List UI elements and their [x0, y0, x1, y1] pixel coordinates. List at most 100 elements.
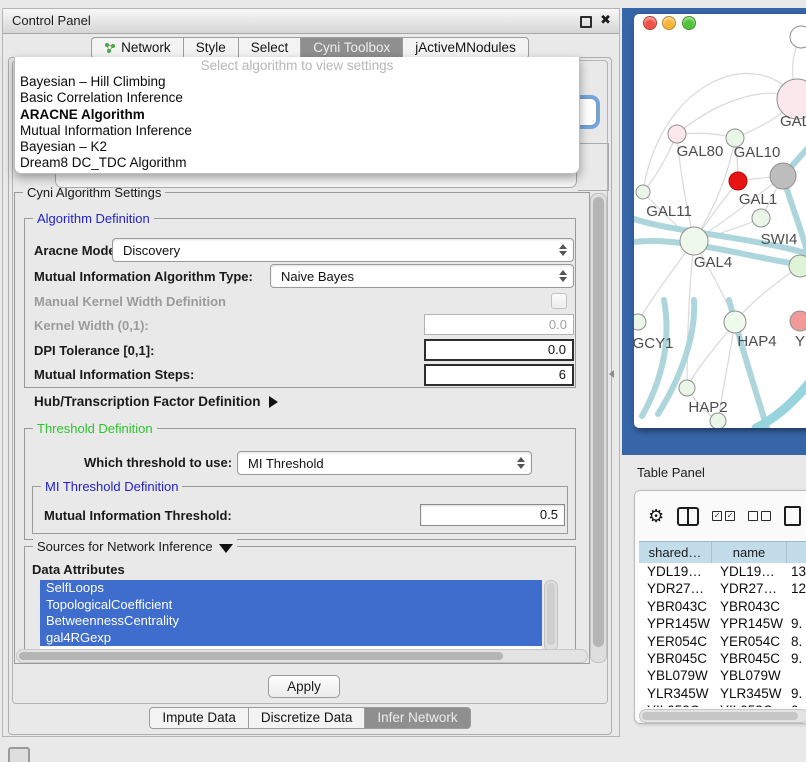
node-gal4-label: GAL4: [694, 254, 732, 271]
tab-label: Infer Network: [377, 710, 457, 725]
node-gal4[interactable]: [680, 227, 708, 255]
table-row[interactable]: YDR27…YDR27…12: [639, 580, 806, 597]
control-panel-title: Control Panel: [12, 13, 91, 28]
dropdown-option[interactable]: Dream8 DC_TDC Algorithm: [15, 155, 579, 171]
table-row[interactable]: YBR045CYBR045C9.: [639, 650, 806, 667]
attribute-list-item[interactable]: TopologicalCoefficient: [40, 597, 542, 614]
dropdown-option[interactable]: Bayesian – Hill Climbing: [15, 74, 579, 90]
table-row[interactable]: YPR145WYPR145W9.: [639, 615, 806, 632]
dropdown-option[interactable]: Mutual Information Inference: [15, 123, 579, 139]
node-unlabeled-bottom[interactable]: [710, 413, 726, 428]
table-cell: YBL079W: [712, 667, 787, 684]
tab-style[interactable]: Style: [183, 37, 238, 59]
hub-section-toggle[interactable]: Hub/Transcription Factor Definition: [34, 394, 278, 409]
node-hap4[interactable]: [724, 311, 746, 333]
tab-label: Style: [196, 40, 226, 55]
table-cell: 9.: [787, 615, 806, 632]
network-canvas[interactable]: GALGAL80GAL10GAL1GAL11GAL4SWI4GCY1HAP4YH…: [634, 14, 806, 428]
mi-threshold-field[interactable]: 0.5: [420, 504, 565, 526]
table-horizontal-scrollbar[interactable]: [639, 709, 806, 723]
tab-label: Impute Data: [162, 710, 236, 725]
column-header[interactable]: shared…: [639, 542, 712, 564]
table-cell: [787, 598, 806, 615]
scrollbar-thumb[interactable]: [547, 583, 555, 645]
node-gal1[interactable]: [752, 209, 770, 227]
table-row[interactable]: YBR043CYBR043C: [639, 598, 806, 615]
node-hap4-label: HAP4: [737, 333, 776, 350]
tab-jactivemnodules[interactable]: jActiveMNodules: [402, 37, 529, 59]
table-row[interactable]: YLR345WYLR345W9.: [639, 685, 806, 702]
scrollbar-thumb[interactable]: [19, 652, 503, 660]
tab-label: Select: [251, 40, 289, 55]
node-unlabeled-top[interactable]: [790, 26, 806, 48]
columns-icon[interactable]: [677, 507, 699, 526]
settings-horizontal-scrollbar[interactable]: [16, 649, 588, 663]
gear-icon[interactable]: ⚙: [648, 507, 664, 525]
which-threshold-label: Which threshold to use:: [84, 455, 232, 470]
attribute-list-item[interactable]: SelfLoops: [40, 580, 542, 597]
table-row[interactable]: YDL19…YDL19…13: [639, 563, 806, 580]
node-swi4[interactable]: [789, 255, 806, 277]
column-header[interactable]: A: [787, 542, 806, 564]
node-gray[interactable]: [770, 163, 796, 189]
kernel-width-field[interactable]: 0.0: [424, 314, 574, 335]
close-icon[interactable]: ✖: [600, 12, 611, 28]
table-cell: YDL19…: [712, 563, 787, 580]
table-row[interactable]: YER054CYER054C8.: [639, 633, 806, 650]
attributes-vertical-scrollbar[interactable]: [544, 580, 558, 652]
node-salmon[interactable]: [790, 311, 806, 331]
tab-impute-data[interactable]: Impute Data: [149, 707, 248, 729]
tab-infer-network[interactable]: Infer Network: [364, 707, 470, 729]
select-all-columns-icon[interactable]: ✓✓: [712, 511, 735, 521]
table-cell: YIL052C: [639, 702, 712, 707]
table-cell: YBR045C: [712, 650, 787, 667]
attribute-list-item[interactable]: gal4RGexp: [40, 630, 542, 647]
float-icon[interactable]: [580, 16, 592, 28]
node-gal11[interactable]: [636, 185, 650, 199]
node-red[interactable]: [729, 172, 747, 190]
tab-discretize-data[interactable]: Discretize Data: [248, 707, 365, 729]
which-threshold-value: MI Threshold: [238, 456, 514, 471]
dropdown-option[interactable]: ARACNE Algorithm: [15, 107, 579, 123]
aracne-mode-label: Aracne Mode:: [34, 243, 120, 258]
deselect-all-columns-icon[interactable]: [748, 511, 771, 521]
apply-button[interactable]: Apply: [268, 675, 340, 698]
tab-select[interactable]: Select: [238, 37, 301, 59]
new-table-icon[interactable]: [784, 506, 801, 526]
manual-kernel-checkbox[interactable]: [551, 293, 567, 309]
bottom-corner-icon[interactable]: [8, 747, 30, 762]
control-panel-titlebar[interactable]: Control Panel ✖: [3, 9, 619, 34]
which-threshold-combo[interactable]: MI Threshold: [237, 451, 532, 475]
attribute-list-item[interactable]: BetweennessCentrality: [40, 613, 542, 630]
tab-network[interactable]: Network: [91, 37, 183, 59]
tab-cyni-toolbox[interactable]: Cyni Toolbox: [300, 37, 402, 59]
table-row[interactable]: YIL052CYIL052C0.: [639, 702, 806, 707]
mi-type-combo[interactable]: Naive Bayes: [270, 264, 574, 288]
settings-vertical-scrollbar[interactable]: [590, 193, 607, 663]
aracne-mode-combo[interactable]: Discovery: [112, 238, 574, 262]
table-toolbar: ⚙ ✓✓: [635, 491, 806, 541]
node-gal80[interactable]: [668, 125, 686, 143]
data-attributes-list[interactable]: SelfLoopsTopologicalCoefficientBetweenne…: [40, 580, 542, 650]
table-cell: YLR345W: [712, 685, 787, 702]
node-hap2[interactable]: [679, 380, 695, 396]
node-gcy1[interactable]: [634, 314, 646, 330]
split-divider-handle[interactable]: [609, 370, 614, 378]
table-header-row: shared… name A: [639, 541, 806, 565]
mi-steps-field[interactable]: 6: [424, 364, 574, 386]
scrollbar-thumb[interactable]: [593, 197, 604, 647]
table-row[interactable]: YBL079WYBL079W: [639, 667, 806, 684]
dpi-tolerance-field[interactable]: 0.0: [424, 339, 574, 361]
mi-threshold-label: Mutual Information Threshold:: [44, 508, 232, 523]
column-header[interactable]: name: [712, 542, 787, 564]
expanded-arrow-icon[interactable]: [219, 544, 233, 553]
dropdown-option[interactable]: Basic Correlation Inference: [15, 90, 579, 106]
dropdown-option[interactable]: Bayesian – K2: [15, 139, 579, 155]
scrollbar-thumb[interactable]: [642, 712, 798, 720]
network-icon: [104, 42, 116, 54]
tab-label: Discretize Data: [261, 710, 353, 725]
table-cell: YDL19…: [639, 563, 712, 580]
table-body: YDL19…YDL19…13YDR27…YDR27…12YBR043CYBR04…: [639, 563, 806, 707]
network-window[interactable]: GALGAL80GAL10GAL1GAL11GAL4SWI4GCY1HAP4YH…: [634, 14, 806, 428]
table-widget: ⚙ ✓✓ shared… name A YDL19…YDL19…13YDR27……: [634, 490, 806, 724]
